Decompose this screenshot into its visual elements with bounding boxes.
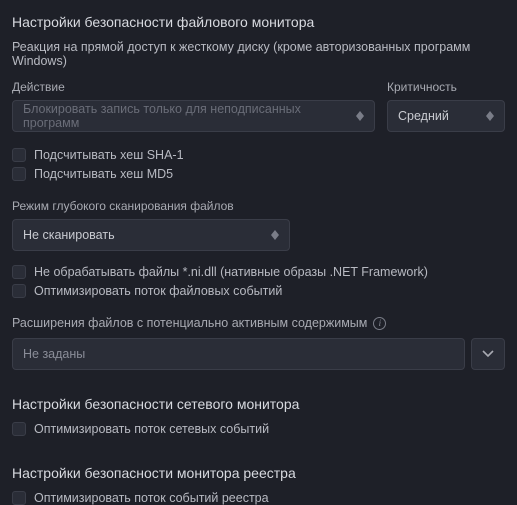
criticality-select-value: Средний bbox=[398, 109, 449, 123]
checkbox-icon bbox=[12, 284, 26, 298]
updown-icon bbox=[486, 111, 494, 121]
checkbox-icon bbox=[12, 491, 26, 505]
skip-nidll-checkbox-row[interactable]: Не обрабатывать файлы *.ni.dll (нативные… bbox=[12, 265, 505, 279]
updown-icon bbox=[356, 111, 364, 121]
deep-scan-label: Режим глубокого сканирования файлов bbox=[12, 199, 505, 213]
criticality-label: Критичность bbox=[387, 80, 505, 94]
checkbox-icon bbox=[12, 167, 26, 181]
skip-nidll-label: Не обрабатывать файлы *.ni.dll (нативные… bbox=[34, 265, 428, 279]
deep-scan-value: Не сканировать bbox=[23, 228, 115, 242]
checkbox-icon bbox=[12, 148, 26, 162]
info-icon[interactable]: i bbox=[373, 317, 386, 330]
deep-scan-select[interactable]: Не сканировать bbox=[12, 219, 290, 251]
optimize-network-label: Оптимизировать поток сетевых событий bbox=[34, 422, 269, 436]
optimize-registry-checkbox-row[interactable]: Оптимизировать поток событий реестра bbox=[12, 491, 505, 505]
active-ext-value: Не заданы bbox=[23, 347, 85, 361]
active-ext-input[interactable]: Не заданы bbox=[12, 338, 465, 370]
chevron-down-icon bbox=[482, 350, 494, 358]
action-select[interactable]: Блокировать запись только для неподписан… bbox=[12, 100, 375, 132]
file-monitor-subtitle: Реакция на прямой доступ к жесткому диск… bbox=[12, 40, 505, 68]
optimize-network-checkbox-row[interactable]: Оптимизировать поток сетевых событий bbox=[12, 422, 505, 436]
md5-label: Подсчитывать хеш MD5 bbox=[34, 167, 173, 181]
criticality-select[interactable]: Средний bbox=[387, 100, 505, 132]
optimize-registry-label: Оптимизировать поток событий реестра bbox=[34, 491, 269, 505]
md5-checkbox-row[interactable]: Подсчитывать хеш MD5 bbox=[12, 167, 505, 181]
active-ext-label: Расширения файлов с потенциально активны… bbox=[12, 316, 367, 330]
sha1-label: Подсчитывать хеш SHA-1 bbox=[34, 148, 184, 162]
checkbox-icon bbox=[12, 422, 26, 436]
registry-monitor-title: Настройки безопасности монитора реестра bbox=[12, 465, 505, 481]
network-monitor-title: Настройки безопасности сетевого монитора bbox=[12, 396, 505, 412]
optimize-file-events-label: Оптимизировать поток файловых событий bbox=[34, 284, 282, 298]
sha1-checkbox-row[interactable]: Подсчитывать хеш SHA-1 bbox=[12, 148, 505, 162]
active-ext-dropdown-button[interactable] bbox=[471, 338, 505, 370]
action-label: Действие bbox=[12, 80, 375, 94]
optimize-file-events-checkbox-row[interactable]: Оптимизировать поток файловых событий bbox=[12, 284, 505, 298]
file-monitor-title: Настройки безопасности файлового монитор… bbox=[12, 14, 505, 30]
updown-icon bbox=[271, 230, 279, 240]
checkbox-icon bbox=[12, 265, 26, 279]
action-select-value: Блокировать запись только для неподписан… bbox=[23, 102, 356, 130]
